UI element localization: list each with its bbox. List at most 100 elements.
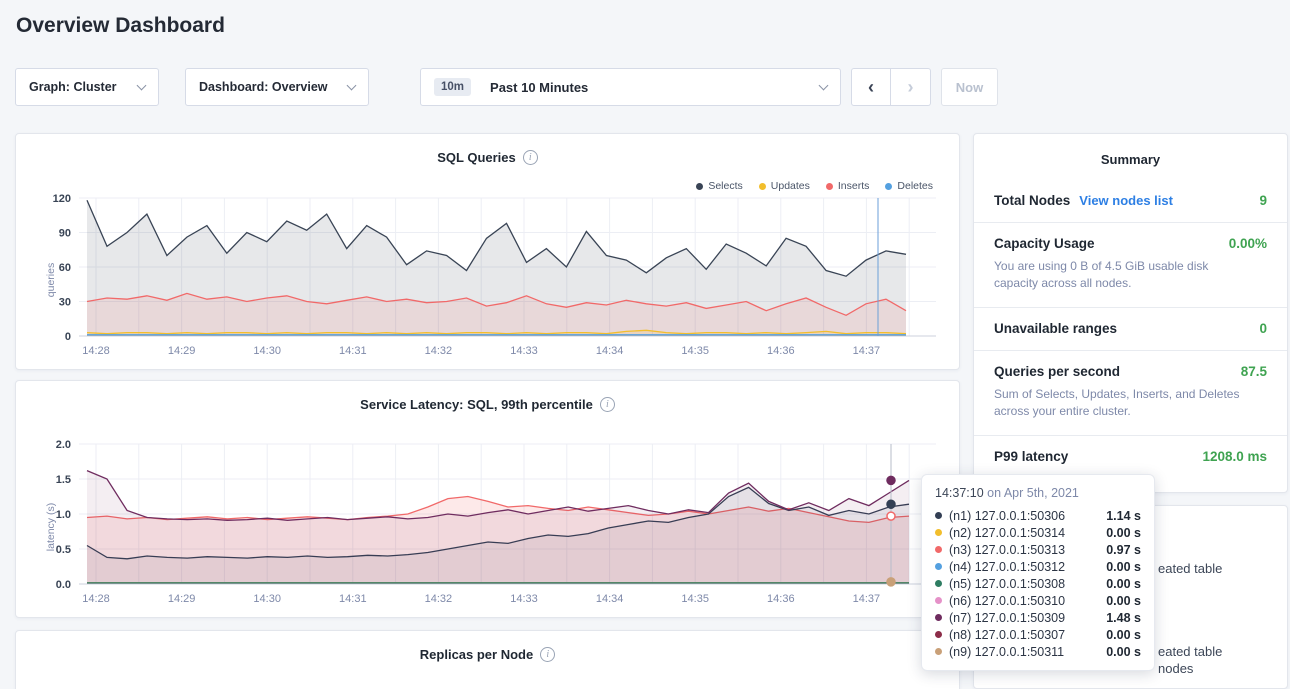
- tooltip-node-label: (n7) 127.0.0.1:50309: [949, 611, 1065, 625]
- svg-text:14:33: 14:33: [510, 345, 538, 357]
- tooltip-node-label: (n1) 127.0.0.1:50306: [949, 509, 1065, 523]
- unavailable-ranges-label: Unavailable ranges: [994, 321, 1117, 336]
- tooltip-row: (n2) 127.0.0.1:50314 0.00 s: [935, 524, 1141, 541]
- tooltip-node-value: 0.00 s: [1106, 594, 1141, 608]
- summary-panel: Summary Total Nodes View nodes list 9 Ca…: [973, 133, 1288, 493]
- svg-text:14:37: 14:37: [853, 345, 881, 357]
- chart-legend: Selects Updates Inserts Deletes: [696, 180, 933, 192]
- view-nodes-list-link[interactable]: View nodes list: [1079, 193, 1173, 208]
- info-icon[interactable]: i: [523, 150, 538, 165]
- svg-text:0.5: 0.5: [56, 544, 71, 556]
- node-color-dot-icon: [935, 648, 942, 655]
- legend-dot-icon: [696, 183, 703, 190]
- tooltip-node-label: (n3) 127.0.0.1:50313: [949, 543, 1065, 557]
- tooltip-date: on Apr 5th, 2021: [984, 486, 1079, 500]
- capacity-label: Capacity Usage: [994, 236, 1095, 251]
- info-icon[interactable]: i: [540, 647, 555, 662]
- node-color-dot-icon: [935, 614, 942, 621]
- svg-text:14:31: 14:31: [339, 345, 367, 357]
- svg-text:14:34: 14:34: [596, 345, 624, 357]
- svg-text:14:28: 14:28: [82, 593, 110, 605]
- node-color-dot-icon: [935, 597, 942, 604]
- sql-queries-chart[interactable]: 14:2814:2914:3014:3114:3214:3314:3414:35…: [31, 192, 943, 360]
- node-color-dot-icon: [935, 631, 942, 638]
- total-nodes-label: Total Nodes: [994, 193, 1070, 208]
- summary-p99-row: P99 latency 1208.0 ms: [974, 435, 1287, 478]
- tooltip-node-label: (n2) 127.0.0.1:50314: [949, 526, 1065, 540]
- replicas-title: Replicas per Node i: [420, 647, 555, 662]
- node-color-dot-icon: [935, 529, 942, 536]
- svg-text:14:29: 14:29: [168, 593, 196, 605]
- tooltip-node-value: 1.48 s: [1106, 611, 1141, 625]
- legend-item-selects[interactable]: Selects: [696, 180, 742, 192]
- time-prev-button[interactable]: ‹: [851, 68, 891, 106]
- tooltip-row: (n4) 127.0.0.1:50312 0.00 s: [935, 558, 1141, 575]
- chart-title-text: Replicas per Node: [420, 647, 533, 662]
- svg-text:14:28: 14:28: [82, 345, 110, 357]
- svg-text:14:30: 14:30: [253, 345, 281, 357]
- p99-latency-label: P99 latency: [994, 449, 1068, 464]
- toolbar: Graph: Cluster Dashboard: Overview 10m P…: [15, 68, 998, 106]
- svg-text:14:36: 14:36: [767, 593, 795, 605]
- qps-value: 87.5: [1241, 364, 1267, 379]
- legend-dot-icon: [885, 183, 892, 190]
- legend-item-inserts[interactable]: Inserts: [826, 180, 870, 192]
- node-color-dot-icon: [935, 563, 942, 570]
- legend-item-updates[interactable]: Updates: [759, 180, 810, 192]
- graph-selector-dropdown[interactable]: Graph: Cluster: [15, 68, 159, 106]
- time-next-button[interactable]: ›: [891, 68, 931, 106]
- tooltip-node-value: 0.97 s: [1106, 543, 1141, 557]
- capacity-value: 0.00%: [1229, 236, 1267, 251]
- page-title: Overview Dashboard: [16, 14, 225, 38]
- unavailable-ranges-value: 0: [1259, 321, 1267, 336]
- svg-text:30: 30: [59, 297, 71, 309]
- event-item-fragment[interactable]: eated table: [1158, 644, 1222, 659]
- tooltip-node-label: (n5) 127.0.0.1:50308: [949, 577, 1065, 591]
- tooltip-rows: (n1) 127.0.0.1:503061.14 s(n2) 127.0.0.1…: [935, 507, 1141, 660]
- time-nav-group: ‹ ›: [851, 68, 931, 106]
- tooltip-row: (n6) 127.0.0.1:50310 0.00 s: [935, 592, 1141, 609]
- replicas-card: Replicas per Node i: [15, 630, 960, 689]
- tooltip-node-value: 0.00 s: [1106, 628, 1141, 642]
- dashboard-selector-dropdown[interactable]: Dashboard: Overview: [185, 68, 369, 106]
- legend-dot-icon: [759, 183, 766, 190]
- latency-title: Service Latency: SQL, 99th percentile i: [360, 397, 615, 412]
- summary-unavailable-row: Unavailable ranges 0: [974, 307, 1287, 350]
- time-range-label: Past 10 Minutes: [490, 80, 588, 95]
- legend-dot-icon: [826, 183, 833, 190]
- chart-tooltip: 14:37:10 on Apr 5th, 2021 (n1) 127.0.0.1…: [921, 474, 1155, 671]
- tooltip-node-value: 1.14 s: [1106, 509, 1141, 523]
- tooltip-time: 14:37:10: [935, 486, 984, 500]
- chevron-down-icon: [347, 80, 357, 90]
- chart-title-text: SQL Queries: [437, 150, 516, 165]
- svg-text:14:31: 14:31: [339, 593, 367, 605]
- tooltip-row: (n5) 127.0.0.1:503080.00 s: [935, 575, 1141, 592]
- tooltip-timestamp: 14:37:10 on Apr 5th, 2021: [935, 486, 1141, 500]
- svg-text:0: 0: [65, 331, 71, 343]
- svg-text:60: 60: [59, 262, 71, 274]
- tooltip-node-label: (n8) 127.0.0.1:50307: [949, 628, 1065, 642]
- summary-capacity-row: Capacity Usage 0.00% You are using 0 B o…: [974, 222, 1287, 307]
- svg-text:14:32: 14:32: [425, 345, 453, 357]
- legend-item-deletes[interactable]: Deletes: [885, 180, 933, 192]
- info-icon[interactable]: i: [600, 397, 615, 412]
- latency-chart[interactable]: 14:2814:2914:3014:3114:3214:3314:3414:35…: [31, 438, 943, 608]
- tooltip-row: (n9) 127.0.0.1:503110.00 s: [935, 643, 1141, 660]
- node-color-dot-icon: [935, 580, 942, 587]
- time-range-dropdown[interactable]: 10m Past 10 Minutes: [420, 68, 841, 106]
- tooltip-node-label: (n6) 127.0.0.1:50310: [949, 594, 1065, 608]
- svg-text:120: 120: [53, 193, 71, 205]
- tooltip-node-label: (n4) 127.0.0.1:50312: [949, 560, 1065, 574]
- event-item-fragment[interactable]: nodes: [1158, 661, 1193, 676]
- tooltip-node-value: 0.00 s: [1106, 526, 1141, 540]
- tooltip-node-value: 0.00 s: [1106, 560, 1141, 574]
- tooltip-row: (n7) 127.0.0.1:50309 1.48 s: [935, 609, 1141, 626]
- p99-latency-value: 1208.0 ms: [1202, 449, 1267, 464]
- now-button[interactable]: Now: [941, 68, 998, 106]
- capacity-description: You are using 0 B of 4.5 GiB usable disk…: [994, 258, 1267, 293]
- svg-text:90: 90: [59, 228, 71, 240]
- event-item-fragment[interactable]: eated table: [1158, 561, 1222, 576]
- graph-selector-label: Graph: Cluster: [29, 80, 117, 94]
- tooltip-row: (n8) 127.0.0.1:50307 0.00 s: [935, 626, 1141, 643]
- time-range-badge: 10m: [434, 78, 471, 96]
